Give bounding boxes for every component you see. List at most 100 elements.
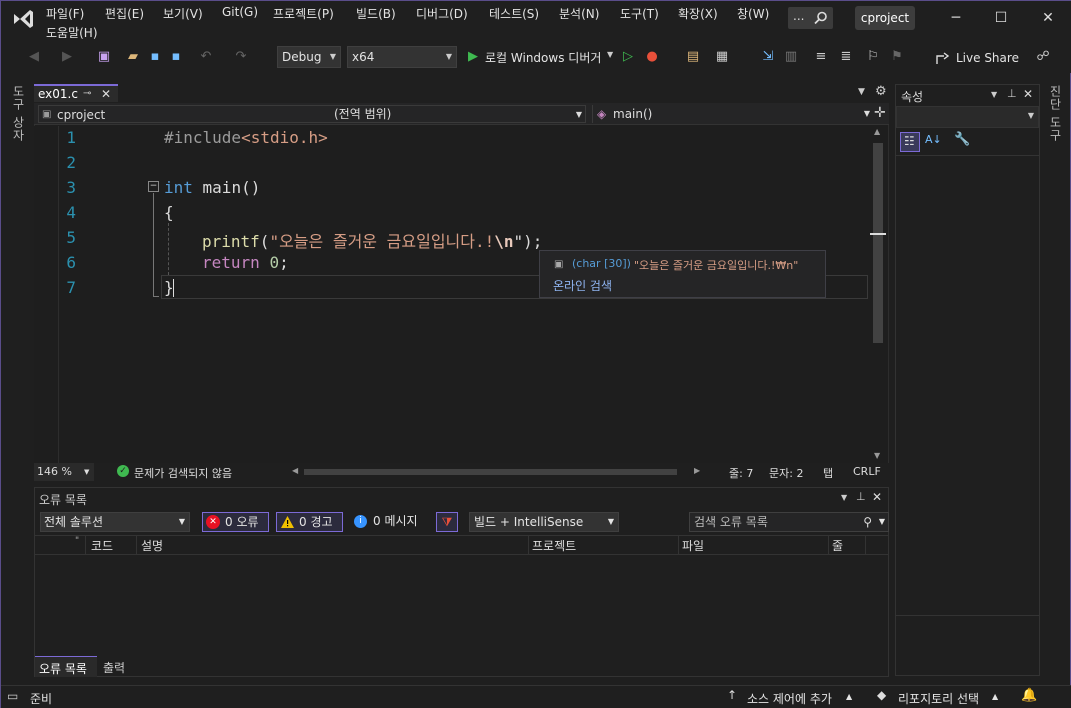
step-icon[interactable]: ⇲	[760, 49, 776, 65]
messages-filter-button[interactable]: i 0 메시지	[351, 512, 427, 532]
menu-extensions[interactable]: 확장(X)	[678, 5, 718, 22]
scroll-up-icon[interactable]: ▲	[874, 127, 880, 136]
uncomment-icon[interactable]: ≣	[838, 49, 854, 65]
select-repository-button[interactable]: 리포지토리 선택	[898, 690, 979, 707]
bell-icon[interactable]: 🔔	[1021, 688, 1037, 703]
menu-edit[interactable]: 편집(E)	[105, 5, 144, 22]
menu-tools[interactable]: 도구(T)	[620, 5, 659, 22]
comment-icon[interactable]: ≡	[813, 49, 829, 65]
layout-icon[interactable]: ▦	[714, 49, 730, 65]
close-icon[interactable]: ✕	[872, 490, 882, 504]
menu-debug[interactable]: 디버그(D)	[416, 5, 468, 22]
pin-icon[interactable]: ⊥	[1007, 87, 1017, 100]
no-issues-status[interactable]: 문제가 검색되지 않음	[134, 465, 232, 481]
tab-ex01-c[interactable]: ex01.c ⊸ ✕	[34, 84, 118, 102]
column-description[interactable]: 설명	[141, 537, 163, 554]
diagnostic-tools-side-tab[interactable]: 진단 도구	[1047, 85, 1064, 142]
pin-icon[interactable]: ⊸	[83, 86, 91, 102]
line-position[interactable]: 줄: 7	[729, 465, 753, 481]
column-line[interactable]: 줄	[832, 537, 843, 554]
start-debug-label[interactable]: 로컬 Windows 디버거	[485, 49, 601, 66]
live-share-button[interactable]: Live Share	[956, 51, 1019, 65]
errors-filter-button[interactable]: ✕ 0 오류	[202, 512, 269, 532]
start-without-debug-icon[interactable]: ▷	[620, 49, 636, 65]
close-icon[interactable]: ✕	[101, 86, 111, 102]
bookmark-icon[interactable]: ⚐	[865, 49, 881, 65]
close-window-button[interactable]: ✕	[1033, 7, 1063, 29]
menu-build[interactable]: 빌드(B)	[356, 5, 396, 22]
hot-reload-icon[interactable]: ●	[644, 49, 660, 65]
solution-platform-select[interactable]: x64 ▼	[347, 46, 457, 68]
bookmark-next-icon[interactable]: ⚑	[889, 49, 905, 65]
column-project[interactable]: 프로젝트	[532, 537, 576, 554]
vertical-scrollbar[interactable]: ▲ ▼	[870, 127, 886, 465]
new-project-icon[interactable]: ▣	[96, 49, 112, 65]
solution-config-select[interactable]: Debug ▼	[277, 46, 341, 68]
tab-mode[interactable]: 탭	[823, 465, 833, 481]
feedback-icon[interactable]: ☍	[1035, 49, 1051, 65]
scroll-left-icon[interactable]: ◀	[292, 466, 298, 475]
breakpoint-icon[interactable]: ▥	[783, 49, 799, 65]
char-position[interactable]: 문자: 2	[769, 465, 803, 481]
column-file[interactable]: 파일	[682, 537, 704, 554]
alphabetical-icon[interactable]: A↓	[925, 133, 942, 146]
search-button[interactable]: ...	[788, 7, 833, 29]
sort-icon[interactable]: "	[75, 536, 79, 546]
horizontal-scroll-thumb[interactable]	[304, 469, 677, 475]
collapse-icon[interactable]: −	[148, 181, 159, 192]
categorized-button[interactable]: ☷	[900, 132, 920, 152]
scroll-down-icon[interactable]: ▼	[874, 451, 880, 460]
scope-select[interactable]: 전체 솔루션 ▼	[40, 512, 190, 532]
menu-test[interactable]: 테스트(S)	[489, 5, 539, 22]
gear-icon[interactable]: ⚙	[875, 84, 887, 99]
chevron-down-icon[interactable]: ▼	[841, 493, 847, 502]
status-bar: ▭ 준비 ↑ 소스 제어에 추가 ▲ ◆ 리포지토리 선택 ▲ 🔔	[1, 685, 1071, 708]
save-icon[interactable]: ▪	[147, 49, 163, 65]
menu-help[interactable]: 도움말(H)	[46, 24, 98, 41]
online-search-link[interactable]: 온라인 검색	[553, 277, 612, 294]
warnings-count: 0 경고	[299, 515, 333, 529]
menu-analyze[interactable]: 분석(N)	[559, 5, 599, 22]
start-debug-icon[interactable]: ▶	[465, 49, 481, 65]
chevron-down-icon[interactable]: ▼	[607, 50, 613, 59]
error-search-input[interactable]: 검색 오류 목록 ⚲ ▼	[689, 512, 889, 532]
back-icon[interactable]: ◀	[26, 49, 42, 65]
menu-git[interactable]: Git(G)	[222, 5, 258, 19]
column-code[interactable]: 코드	[91, 537, 113, 554]
menu-view[interactable]: 보기(V)	[163, 5, 203, 22]
error-search-placeholder: 검색 오류 목록	[694, 515, 768, 529]
solution-explorer-icon[interactable]: ▤	[685, 49, 701, 65]
zoom-select[interactable]: 146 % ▼	[34, 463, 94, 481]
undo-icon[interactable]: ↶	[198, 49, 214, 65]
menu-window[interactable]: 창(W)	[737, 5, 769, 22]
toolbox-side-tab[interactable]: 도구 상자	[10, 85, 27, 142]
close-icon[interactable]: ✕	[1023, 87, 1033, 101]
filter-button[interactable]: ⧩	[436, 512, 458, 532]
tab-output[interactable]: 출력	[97, 656, 137, 677]
add-to-source-control-button[interactable]: 소스 제어에 추가	[747, 690, 832, 707]
scroll-right-icon[interactable]: ▶	[694, 466, 700, 475]
keyword-token: return	[202, 253, 260, 272]
maximize-button[interactable]: ☐	[986, 7, 1016, 29]
chevron-down-icon[interactable]: ▼	[991, 90, 997, 99]
menu-project[interactable]: 프로젝트(P)	[273, 5, 334, 22]
redo-icon[interactable]: ↷	[233, 49, 249, 65]
open-folder-icon[interactable]: ▰	[125, 49, 141, 65]
split-editor-icon[interactable]: ✛	[874, 105, 886, 121]
minimize-button[interactable]: ─	[941, 7, 971, 29]
wrench-icon[interactable]: 🔧	[954, 132, 970, 147]
scope-nav-select[interactable]: (전역 범위)	[328, 105, 590, 123]
forward-icon[interactable]: ▶	[59, 49, 75, 65]
tab-list-dropdown-icon[interactable]: ▼	[858, 87, 865, 97]
line-ending[interactable]: CRLF	[853, 465, 881, 478]
notification-output-icon[interactable]: ▭	[7, 689, 18, 703]
menu-file[interactable]: 파일(F)	[46, 5, 84, 22]
tab-error-list[interactable]: 오류 목록	[35, 656, 97, 677]
source-select[interactable]: 빌드 + IntelliSense ▼	[469, 512, 619, 532]
scroll-thumb[interactable]	[873, 143, 883, 343]
warnings-filter-button[interactable]: 0 경고	[276, 512, 343, 532]
save-all-icon[interactable]: ▪	[168, 49, 184, 65]
function-nav-select[interactable]: ◈ main() ▼	[592, 105, 872, 123]
properties-object-select[interactable]: ▼	[896, 106, 1039, 128]
pin-icon[interactable]: ⊥	[856, 490, 866, 503]
